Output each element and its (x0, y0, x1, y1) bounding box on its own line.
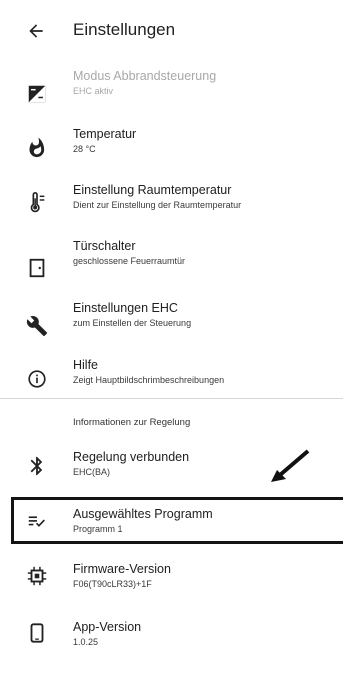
app-bar: Einstellungen (0, 0, 343, 64)
list-item-text-modus: Modus Abbrandsteuerung EHC aktiv (0, 66, 343, 122)
door-icon (29, 258, 45, 278)
item-subtitle: geschlossene Feuerraumtür (73, 256, 186, 266)
item-title: Temperatur (73, 127, 137, 141)
chip-icon (27, 566, 47, 586)
item-subtitle: Dient zur Einstellung der Raumtemperatur (73, 200, 242, 210)
item-subtitle: EHC aktiv (73, 86, 114, 96)
flame-icon (29, 137, 45, 158)
highlight-frame (11, 497, 343, 544)
arrow-left-icon[interactable] (26, 21, 46, 41)
item-title: Hilfe (73, 358, 99, 372)
list-item-raumtemperatur[interactable]: Einstellung Raumtemperatur Dient zur Ein… (0, 182, 343, 238)
pointer-arrow-icon (271, 449, 310, 482)
divider (0, 398, 343, 399)
list-item-firmware-version: Firmware-Version F06(T90cLR33)+1F (0, 562, 343, 618)
item-title: Einstellung Raumtemperatur (73, 183, 232, 197)
phone-icon (30, 623, 44, 643)
wrench-icon (26, 316, 48, 337)
section-header-informationen: Informationen zur Regelung (73, 417, 191, 428)
item-subtitle: Zeigt Hauptbildschrimbeschreibungen (73, 375, 225, 385)
thermostat-icon (30, 192, 45, 213)
item-subtitle: 28 °C (73, 144, 96, 154)
page-title: Einstellungen (73, 20, 176, 39)
item-title: Einstellungen EHC (73, 301, 178, 315)
list-item-einstellungen-ehc[interactable]: Einstellungen EHC zum Einstellen der Ste… (0, 300, 343, 356)
info-icon (28, 370, 46, 388)
item-title: Modus Abbrandsteuerung (73, 69, 217, 83)
list-item-app-version: App-Version 1.0.25 (0, 620, 343, 676)
list-item-tuerschalter[interactable]: Türschalter geschlossene Feuerraumtür (0, 238, 343, 294)
list-item-hilfe[interactable]: Hilfe Zeigt Hauptbildschrimbeschreibunge… (0, 358, 343, 414)
bluetooth-icon (30, 456, 43, 476)
item-title: Türschalter (73, 239, 136, 253)
item-title: App-Version (73, 620, 142, 634)
item-subtitle: 1.0.25 (73, 637, 99, 647)
list-item-temperatur[interactable]: Temperatur 28 °C (0, 124, 343, 180)
item-subtitle: F06(T90cLR33)+1F (73, 579, 152, 589)
item-subtitle: zum Einstellen der Steuerung (73, 318, 192, 328)
item-title: Firmware-Version (73, 562, 171, 576)
